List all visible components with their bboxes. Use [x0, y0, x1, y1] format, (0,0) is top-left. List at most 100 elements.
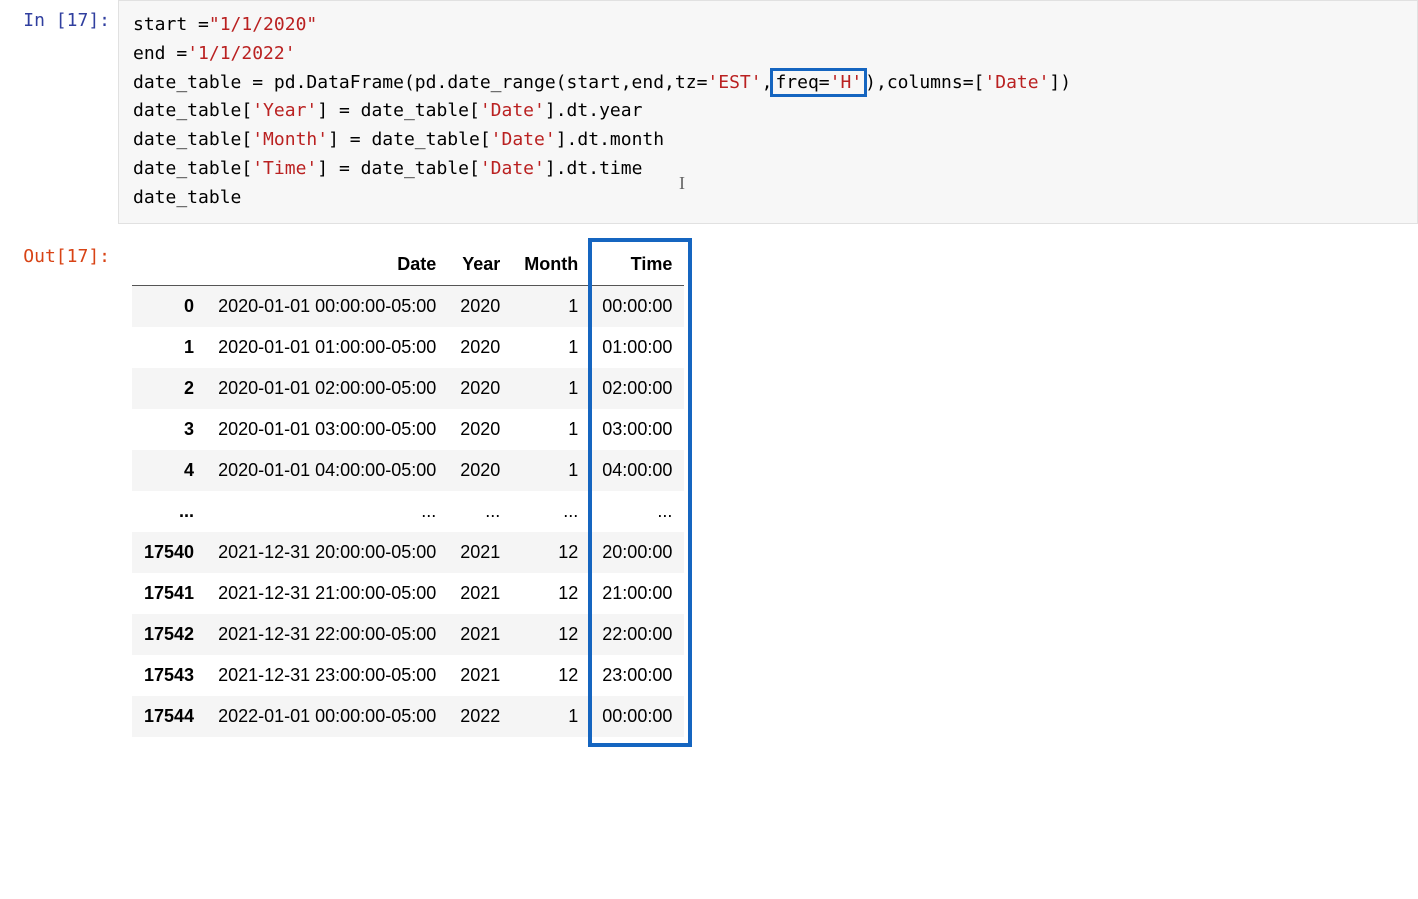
row-index: 17542: [132, 614, 206, 655]
code-token: 'EST': [707, 72, 761, 93]
cell-date: ...: [206, 491, 448, 532]
code-token: ]: [545, 100, 556, 121]
code-token: 'Year': [252, 100, 317, 121]
code-token: .: [599, 129, 610, 150]
code-token: date_table[: [350, 158, 480, 179]
code-token: date_table[: [133, 100, 252, 121]
code-token: =: [819, 72, 830, 93]
cell-year: 2020: [448, 450, 512, 491]
header-time: Time: [590, 244, 684, 286]
cell-date: 2022-01-01 00:00:00-05:00: [206, 696, 448, 737]
cell-time: 02:00:00: [590, 368, 684, 409]
cell-year: 2020: [448, 327, 512, 368]
cell-month: 12: [512, 532, 590, 573]
code-token: .: [556, 158, 567, 179]
code-token: '1/1/2022': [187, 43, 295, 64]
code-input-area[interactable]: start ="1/1/2020" end ='1/1/2022' date_t…: [118, 0, 1418, 224]
code-token: "1/1/2020": [209, 14, 317, 35]
cell-time: 04:00:00: [590, 450, 684, 491]
table-row: 175432021-12-31 23:00:00-05:0020211223:0…: [132, 655, 684, 696]
header-date: Date: [206, 244, 448, 286]
cell-year: 2022: [448, 696, 512, 737]
cell-year: 2020: [448, 368, 512, 409]
code-token: 'Date': [480, 158, 545, 179]
table-row: 175402021-12-31 20:00:00-05:0020211220:0…: [132, 532, 684, 573]
code-token: year: [599, 100, 642, 121]
code-token: ]: [556, 129, 567, 150]
table-row: 12020-01-01 01:00:00-05:002020101:00:00: [132, 327, 684, 368]
code-token: .: [588, 158, 599, 179]
code-token: 'H': [830, 72, 863, 93]
cell-month: 12: [512, 573, 590, 614]
row-index: 1: [132, 327, 206, 368]
cell-date: 2020-01-01 02:00:00-05:00: [206, 368, 448, 409]
code-token: =: [198, 14, 209, 35]
text-cursor-icon: I: [679, 169, 685, 198]
cell-date: 2021-12-31 23:00:00-05:00: [206, 655, 448, 696]
cell-date: 2020-01-01 04:00:00-05:00: [206, 450, 448, 491]
code-token: =: [339, 100, 350, 121]
dataframe-wrap: Date Year Month Time 02020-01-01 00:00:0…: [132, 244, 684, 737]
cell-date: 2020-01-01 00:00:00-05:00: [206, 285, 448, 327]
cell-year: 2021: [448, 573, 512, 614]
code-token: dt: [567, 100, 589, 121]
header-month: Month: [512, 244, 590, 286]
code-token: ]: [317, 158, 339, 179]
code-token: dt: [567, 158, 589, 179]
code-token: =: [963, 72, 974, 93]
code-token: DataFrame(pd: [306, 72, 436, 93]
cell-time: 01:00:00: [590, 327, 684, 368]
cell-year: 2021: [448, 655, 512, 696]
cell-time: 20:00:00: [590, 532, 684, 573]
header-index: [132, 244, 206, 286]
highlight-freq-arg: freq='H': [770, 68, 867, 97]
output-prompt: Out[17]:: [0, 236, 118, 267]
cell-month: 1: [512, 327, 590, 368]
cell-month: ...: [512, 491, 590, 532]
code-token: [: [974, 72, 985, 93]
cell-time: 21:00:00: [590, 573, 684, 614]
row-index: 0: [132, 285, 206, 327]
cell-year: 2020: [448, 285, 512, 327]
code-token: ]: [317, 100, 339, 121]
code-token: date_table[: [133, 158, 252, 179]
code-token: ),columns: [865, 72, 963, 93]
code-token: date_table: [133, 187, 241, 208]
row-index: 17543: [132, 655, 206, 696]
input-cell: In [17]: start ="1/1/2020" end ='1/1/202…: [0, 0, 1418, 224]
cell-year: 2021: [448, 614, 512, 655]
cell-month: 1: [512, 450, 590, 491]
cell-time: 23:00:00: [590, 655, 684, 696]
cell-time: ...: [590, 491, 684, 532]
code-token: time: [599, 158, 642, 179]
cell-year: 2021: [448, 532, 512, 573]
cell-month: 12: [512, 614, 590, 655]
code-token: =: [176, 43, 187, 64]
code-token: =: [252, 72, 263, 93]
code-token: =: [339, 158, 350, 179]
code-token: date_range(start,end,tz: [447, 72, 696, 93]
cell-date: 2020-01-01 03:00:00-05:00: [206, 409, 448, 450]
cell-month: 1: [512, 285, 590, 327]
code-token: 'Month': [252, 129, 328, 150]
code-token: ]: [545, 158, 556, 179]
output-cell: Out[17]: Date Year Month Time 02020-01-0…: [0, 236, 1418, 742]
code-token: ]): [1049, 72, 1071, 93]
dataframe-table: Date Year Month Time 02020-01-01 00:00:0…: [132, 244, 684, 737]
cell-month: 1: [512, 368, 590, 409]
code-token: 'Date': [480, 100, 545, 121]
cell-month: 1: [512, 409, 590, 450]
code-token: =: [350, 129, 361, 150]
cell-date: 2021-12-31 20:00:00-05:00: [206, 532, 448, 573]
code-token: .: [588, 100, 599, 121]
row-index: 17540: [132, 532, 206, 573]
cell-time: 03:00:00: [590, 409, 684, 450]
row-index: 3: [132, 409, 206, 450]
table-row: 175412021-12-31 21:00:00-05:0020211221:0…: [132, 573, 684, 614]
code-token: .: [556, 100, 567, 121]
code-token: date_table[: [133, 129, 252, 150]
table-header-row: Date Year Month Time: [132, 244, 684, 286]
code-token: 'Date': [984, 72, 1049, 93]
cell-year: ...: [448, 491, 512, 532]
code-token: 'Date': [491, 129, 556, 150]
